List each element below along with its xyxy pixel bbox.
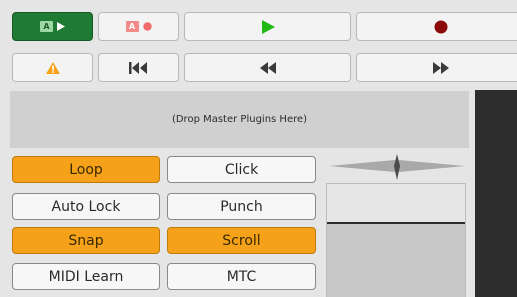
drop-hint-text: (Drop Master Plugins Here) [171, 114, 308, 125]
rewind-button[interactable] [184, 53, 351, 82]
play-button[interactable] [184, 12, 351, 41]
play-icon [261, 19, 275, 34]
shuttle-control[interactable] [327, 153, 467, 181]
warning-button[interactable] [12, 53, 93, 82]
record-small-icon [142, 22, 152, 31]
fast-forward-icon [433, 61, 449, 74]
goto-start-button[interactable] [98, 53, 179, 82]
snap-toggle[interactable]: Snap [12, 227, 160, 254]
auto-return-badge: A [125, 21, 139, 32]
midi-learn-toggle[interactable]: MIDI Learn [12, 263, 160, 290]
scroll-toggle[interactable]: Scroll [167, 227, 316, 254]
master-plugin-drop-area[interactable]: (Drop Master Plugins Here) [10, 91, 469, 148]
record-icon [434, 20, 448, 33]
goto-start-icon [128, 61, 147, 74]
rewind-icon [259, 61, 276, 74]
play-small-icon [57, 22, 65, 31]
master-meter-strip [475, 90, 517, 297]
record-button[interactable] [356, 12, 517, 41]
fast-forward-button[interactable] [356, 53, 517, 82]
mtc-toggle[interactable]: MTC [167, 263, 316, 290]
click-toggle[interactable]: Click [167, 156, 316, 183]
level-meter-fill [327, 224, 465, 297]
punch-toggle[interactable]: Punch [167, 193, 316, 220]
auto-play-button[interactable]: A [12, 12, 93, 41]
warning-icon [45, 61, 60, 74]
auto-play-badge: A [40, 21, 53, 32]
auto-lock-toggle[interactable]: Auto Lock [12, 193, 160, 220]
loop-toggle[interactable]: Loop [12, 156, 160, 183]
auto-return-button[interactable]: A [98, 12, 179, 41]
level-meter-box[interactable] [326, 183, 466, 297]
level-meter-line [327, 222, 465, 224]
